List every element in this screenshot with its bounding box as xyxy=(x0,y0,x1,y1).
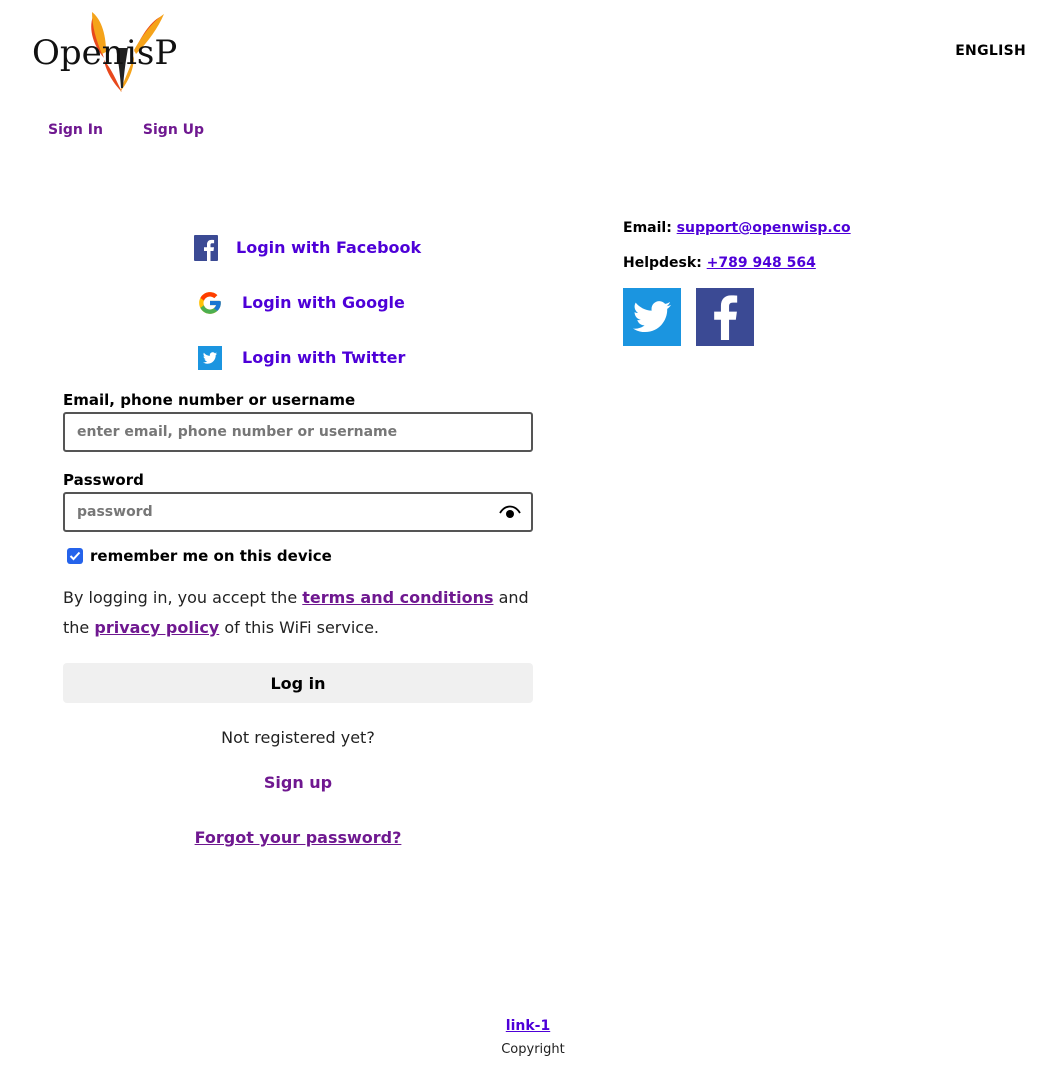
username-input[interactable] xyxy=(63,412,533,452)
login-with-google-label: Login with Google xyxy=(242,293,405,312)
facebook-link-icon[interactable] xyxy=(696,288,754,346)
signup-link[interactable]: Sign up xyxy=(63,773,533,793)
accept-prefix: By logging in, you accept the xyxy=(63,588,298,607)
privacy-link[interactable]: privacy policy xyxy=(94,618,219,637)
openwisp-logo[interactable]: Open isP xyxy=(30,8,182,96)
show-password-eye-icon[interactable] xyxy=(499,502,521,522)
social-links xyxy=(623,288,851,346)
login-form: Email, phone number or username Password… xyxy=(63,388,533,848)
contact-helpdesk-row: Helpdesk: +789 948 564 xyxy=(623,253,851,273)
twitter-icon xyxy=(196,344,224,372)
login-with-twitter-label: Login with Twitter xyxy=(242,348,406,367)
remember-me-row: remember me on this device xyxy=(63,544,533,568)
password-input[interactable] xyxy=(63,492,533,532)
svg-text:Open: Open xyxy=(32,33,124,73)
facebook-icon xyxy=(192,234,220,262)
accept-suffix: of this WiFi service. xyxy=(224,618,379,637)
not-registered-text: Not registered yet? xyxy=(221,728,375,747)
password-field xyxy=(63,492,533,532)
login-with-facebook-button[interactable]: Login with Facebook xyxy=(192,220,421,275)
terms-notice: By logging in, you accept the terms and … xyxy=(63,583,533,643)
email-label: Email: xyxy=(623,220,672,236)
login-with-facebook-label: Login with Facebook xyxy=(236,238,422,257)
nav-sign-in[interactable]: Sign In xyxy=(48,122,103,138)
butterfly-logo-icon: Open isP xyxy=(32,12,177,92)
nav-sign-up[interactable]: Sign Up xyxy=(143,122,204,138)
helpdesk-label: Helpdesk: xyxy=(623,255,702,271)
login-button[interactable]: Log in xyxy=(63,663,533,703)
social-login-list: Login with Facebook Login with Google Lo… xyxy=(192,220,421,385)
footer: link-1 Copyright xyxy=(0,1015,1044,1057)
username-label: Email, phone number or username xyxy=(63,391,356,409)
checkmark-icon xyxy=(69,551,81,561)
header-nav: Sign In Sign Up xyxy=(48,122,204,138)
twitter-link-icon[interactable] xyxy=(623,288,681,346)
remember-me-label[interactable]: remember me on this device xyxy=(90,547,332,565)
svg-text:isP: isP xyxy=(126,33,177,73)
login-with-twitter-button[interactable]: Login with Twitter xyxy=(192,330,421,385)
remember-me-checkbox[interactable] xyxy=(67,548,83,564)
footer-link-1[interactable]: link-1 xyxy=(506,1018,550,1034)
contact-email-row: Email: support@openwisp.co xyxy=(623,218,851,238)
support-email-link[interactable]: support@openwisp.co xyxy=(677,220,851,236)
helpdesk-phone-link[interactable]: +789 948 564 xyxy=(707,255,816,271)
contact-box: Email: support@openwisp.co Helpdesk: +78… xyxy=(623,218,851,346)
login-with-google-button[interactable]: Login with Google xyxy=(192,275,421,330)
password-label: Password xyxy=(63,471,144,489)
language-selector[interactable]: ENGLISH xyxy=(955,43,1026,59)
google-icon xyxy=(196,289,224,317)
registration-links: Not registered yet? Sign up Forgot your … xyxy=(63,728,533,848)
copyright-text: Copyright xyxy=(501,1042,565,1057)
forgot-password-link[interactable]: Forgot your password? xyxy=(195,828,402,848)
terms-link[interactable]: terms and conditions xyxy=(302,588,493,607)
